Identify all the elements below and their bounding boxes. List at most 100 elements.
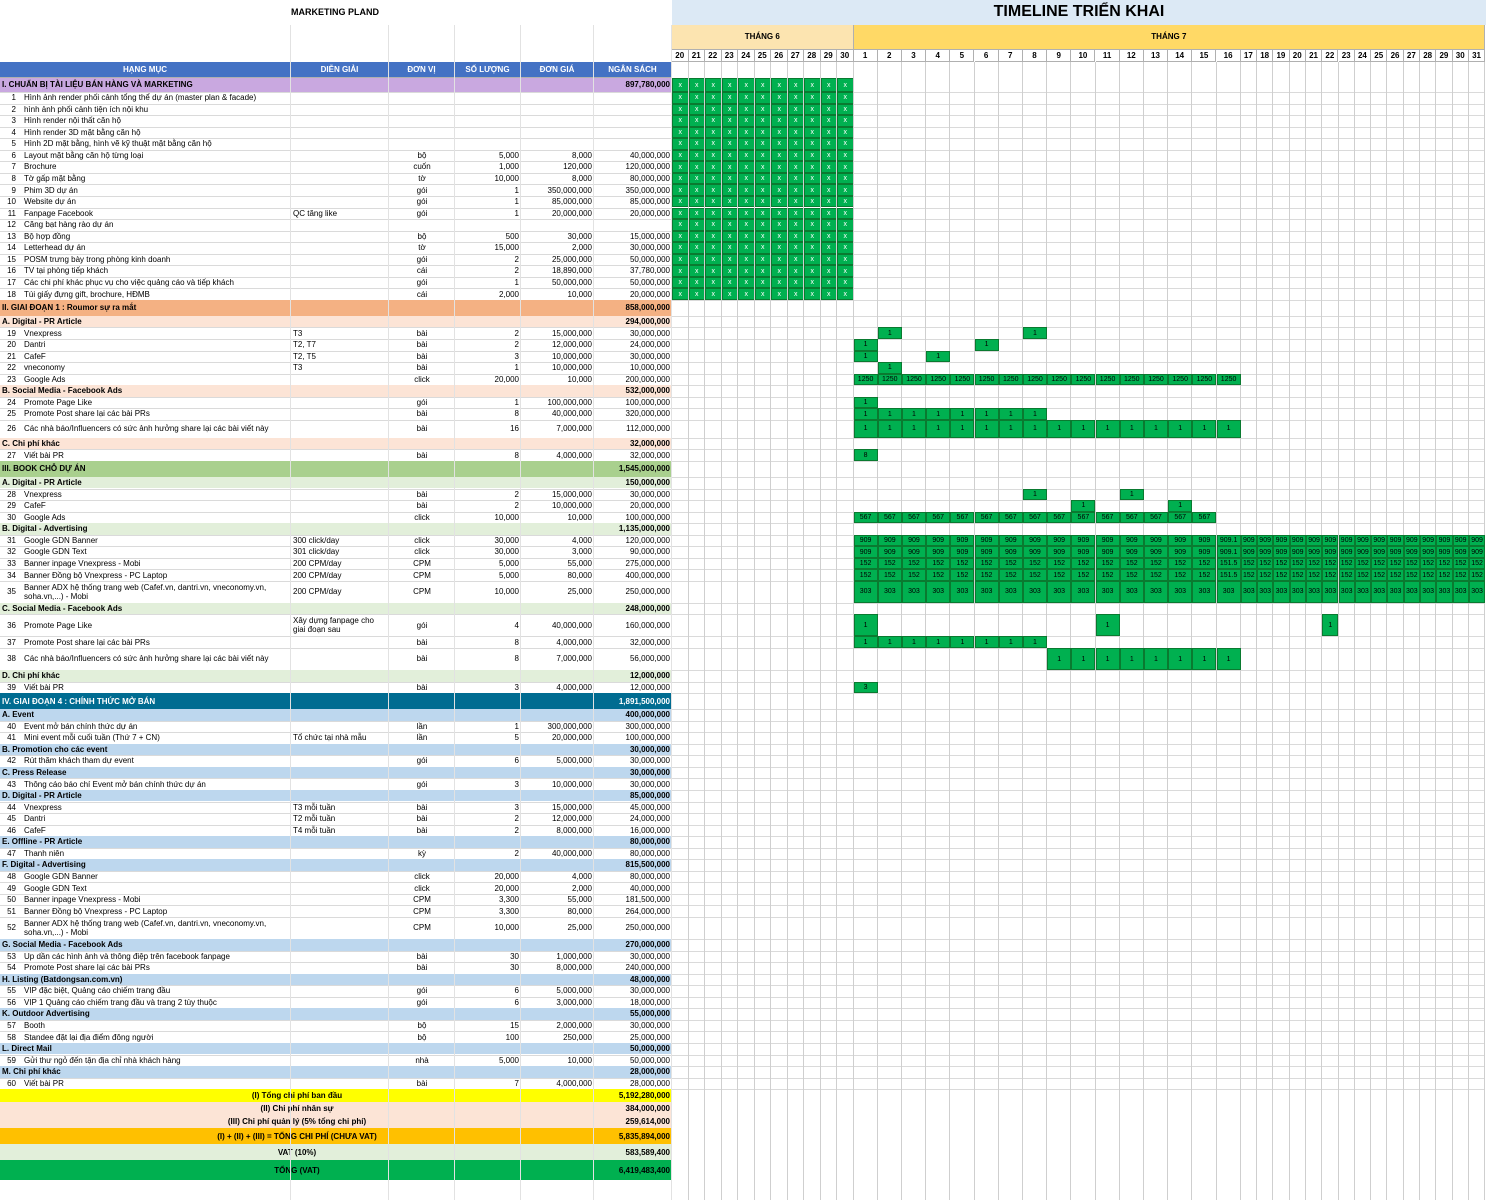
prep-mark: x [820, 207, 837, 220]
timeline-gridline [1021, 62, 1023, 1200]
section-total: 532,000,000 [594, 385, 672, 397]
item-number: 28 [7, 489, 16, 499]
prep-mark: x [804, 207, 821, 220]
schedule-mark: 152 [1387, 569, 1404, 581]
timeline-gridline [1046, 62, 1048, 1200]
day-header: 16 [1216, 50, 1241, 62]
prep-mark: x [688, 265, 705, 277]
item-description [291, 231, 389, 243]
item-number: 36 [7, 620, 16, 630]
item-unit-price: 12,000,000 [551, 340, 592, 350]
schedule-mark: 909 [1371, 546, 1388, 558]
prep-mark: x [771, 126, 788, 139]
prep-mark: x [721, 242, 738, 254]
item-unit [389, 115, 455, 127]
prep-mark: x [771, 276, 788, 289]
item-total: 264,000,000 [625, 906, 671, 916]
prep-mark: x [705, 219, 722, 231]
item-name: Dantri [24, 814, 46, 824]
schedule-mark: 909 [1143, 534, 1169, 547]
schedule-mark: 909 [974, 546, 999, 558]
item-name: Banner inpage Vnexpress - Mobi [24, 558, 141, 568]
section-total: 248,000,000 [594, 602, 672, 615]
item-quantity: 3 [514, 779, 519, 789]
item-name: Bộ hợp đồng [24, 231, 71, 241]
schedule-mark: 152 [1119, 557, 1144, 570]
timeline-gridline [1142, 62, 1144, 1200]
item-name: Túi giấy đựng gift, brochure, HĐMB [24, 289, 150, 299]
column-header: NGÂN SÁCH [594, 62, 672, 78]
prep-mark: x [672, 207, 689, 220]
item-unit-price: 4,000,000 [556, 637, 592, 647]
item-unit: gói [416, 756, 428, 766]
item-number: 60 [7, 1078, 16, 1088]
item-number: 42 [7, 756, 16, 766]
schedule-mark: 1 [877, 327, 902, 339]
prep-mark: x [705, 242, 722, 254]
item-unit: gói [416, 185, 428, 195]
prep-mark: x [837, 230, 854, 243]
item-total: 240,000,000 [625, 963, 671, 973]
item-name: Google GDN Banner [24, 535, 98, 545]
item-unit: bài [416, 450, 428, 460]
prep-mark: x [705, 115, 722, 127]
item-unit-price: 80,000 [567, 906, 592, 916]
prep-mark: x [705, 172, 722, 185]
item-name: Hình 2D mặt bằng, hình vẽ kỹ thuật mặt b… [24, 139, 212, 149]
item-total: 50,000,000 [629, 1055, 670, 1065]
schedule-mark: 1 [926, 408, 951, 420]
schedule-mark: 1250 [1071, 373, 1096, 386]
schedule-mark: 909 [1289, 534, 1306, 547]
prep-mark: x [738, 172, 755, 185]
prep-mark: x [837, 288, 854, 300]
item-total: 24,000,000 [629, 814, 670, 824]
prep-mark: x [738, 138, 755, 150]
section-total: 150,000,000 [594, 476, 672, 489]
item-description: T3 mỗi tuần [293, 802, 336, 812]
item-quantity: 5,000 [498, 150, 519, 160]
item-number: 59 [7, 1055, 16, 1065]
item-number: 11 [7, 208, 16, 218]
item-unit: bài [416, 951, 428, 961]
item-total [594, 92, 672, 104]
schedule-mark: 152 [1257, 569, 1274, 581]
prep-mark: x [787, 207, 804, 220]
section-label: IV. GIAI ĐOẠN 4 : CHÍNH THỨC MỞ BÁN [0, 693, 594, 710]
schedule-mark: 909 [1403, 546, 1420, 558]
item-unit-price: 1,000,000 [556, 951, 592, 961]
prep-mark: x [672, 242, 689, 254]
summary-label: (I) Tổng chi phí ban đầu [0, 1089, 594, 1103]
item-unit-price: 120,000 [563, 162, 592, 172]
item-total: 20,000,000 [629, 208, 670, 218]
item-quantity: 30,000 [494, 547, 519, 557]
item-number: 39 [7, 682, 16, 692]
item-unit-price: 20,000,000 [551, 733, 592, 743]
prep-mark: x [688, 253, 705, 266]
table-gridline [593, 25, 594, 1200]
item-total: 120,000,000 [625, 535, 671, 545]
schedule-mark: 567 [1168, 511, 1193, 524]
item-name: VIP 1 Quảng cáo chiếm trang đầu và trang… [24, 997, 217, 1007]
prep-mark: x [688, 195, 705, 208]
section-label: E. Offline - PR Article [0, 836, 594, 848]
section-total: 55,000,000 [594, 1008, 672, 1020]
item-unit-price [521, 104, 594, 116]
month-header-july: THÁNG 7 [853, 25, 1486, 50]
section-total: 1,135,000,000 [594, 523, 672, 535]
prep-mark: x [820, 78, 837, 92]
schedule-mark: 152 [1168, 569, 1193, 581]
item-total: 30,000,000 [629, 328, 670, 338]
prep-mark: x [804, 265, 821, 277]
prep-mark: x [837, 78, 854, 92]
item-total: 30,000,000 [629, 351, 670, 361]
item-number: 15 [7, 254, 16, 264]
schedule-mark: 567 [974, 511, 999, 524]
item-description: 200 CPM/day [293, 570, 342, 580]
item-total: 200,000,000 [625, 374, 671, 384]
item-name: Google GDN Text [24, 883, 87, 893]
prep-mark: x [705, 92, 722, 104]
prep-mark: x [721, 149, 738, 162]
prep-mark: x [804, 115, 821, 127]
item-unit-price: 40,000,000 [551, 620, 592, 630]
day-header: 21 [1305, 50, 1323, 62]
